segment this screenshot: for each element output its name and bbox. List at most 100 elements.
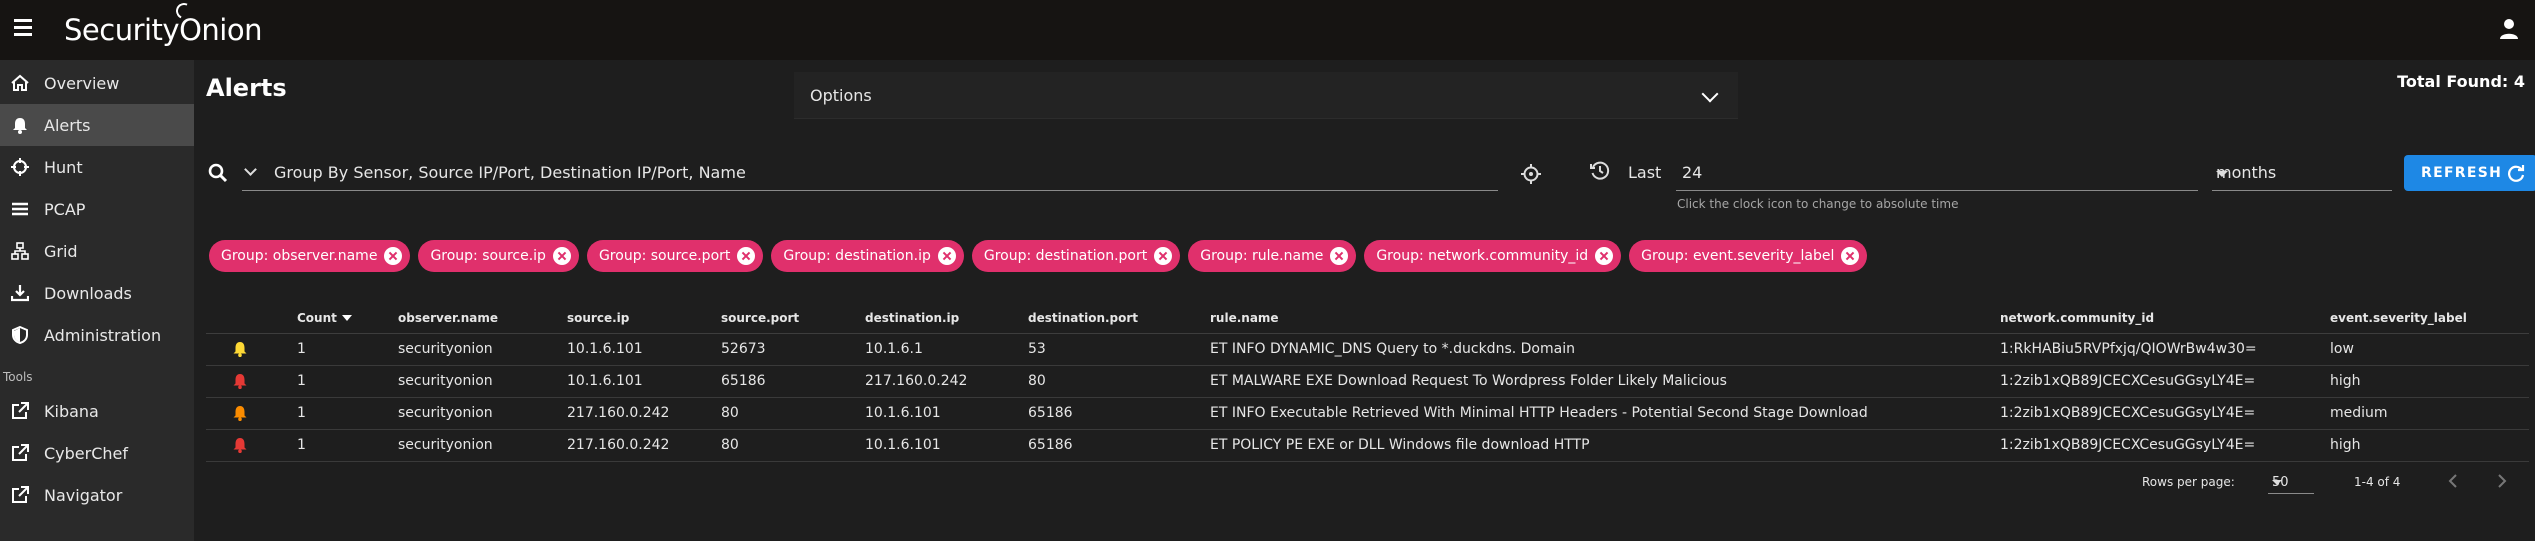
- pagination-range: 1-4 of 4: [2354, 475, 2401, 489]
- cell-source-ip: 10.1.6.101: [567, 333, 721, 366]
- chip-label: Group: destination.ip: [783, 248, 931, 264]
- cell-community-id: 1:2zib1xQB89JCECXCesuGGsyLY4E=: [2000, 365, 2330, 398]
- relative-time-input[interactable]: 24: [1676, 155, 2198, 191]
- cell-observer: securityonion: [398, 333, 567, 366]
- chip-label: Group: event.severity_label: [1641, 248, 1835, 264]
- table-footer: Rows per page: 50 1-4 of 4: [194, 462, 2535, 502]
- close-circle-icon[interactable]: [384, 247, 403, 265]
- chip-label: Group: network.community_id: [1376, 248, 1589, 264]
- column-header-destination-ip[interactable]: destination.ip: [865, 303, 1028, 334]
- table-row[interactable]: 1 securityonion 217.160.0.242 80 10.1.6.101 6…: [206, 429, 2529, 462]
- cell-count: 1: [297, 429, 398, 462]
- shield-icon: [12, 326, 28, 344]
- refresh-button[interactable]: REFRESH: [2404, 155, 2535, 191]
- close-circle-icon[interactable]: [737, 247, 756, 265]
- group-chip[interactable]: Group: rule.name: [1188, 240, 1357, 272]
- table-row[interactable]: 1 securityonion 10.1.6.101 52673 10.1.6.1 53 E…: [206, 333, 2529, 366]
- close-circle-icon[interactable]: [1154, 247, 1173, 265]
- close-circle-icon[interactable]: [937, 247, 956, 265]
- tools-section-label: Tools: [3, 370, 33, 384]
- chevron-left-icon[interactable]: [2446, 474, 2460, 488]
- group-chip[interactable]: Group: event.severity_label: [1629, 240, 1868, 272]
- user-icon[interactable]: [2499, 18, 2519, 40]
- sidebar-item-kibana[interactable]: Kibana: [0, 390, 194, 432]
- chip-label: Group: observer.name: [221, 248, 378, 264]
- close-circle-icon[interactable]: [1841, 247, 1860, 265]
- chevron-down-icon: [1701, 85, 1719, 103]
- column-header-rule-name[interactable]: rule.name: [1210, 303, 2000, 334]
- cell-destination-port: 65186: [1028, 429, 1210, 462]
- dropdown-arrow-icon: [2272, 480, 2282, 485]
- dropdown-arrow-icon: [2216, 171, 2228, 177]
- chip-label: Group: rule.name: [1200, 248, 1324, 264]
- security-onion-logo[interactable]: Security Onion: [64, 0, 262, 50]
- bell-icon: [13, 118, 27, 134]
- search-icon[interactable]: [208, 163, 228, 183]
- bell-icon[interactable]: [232, 341, 248, 357]
- column-header-severity[interactable]: event.severity_label: [2330, 303, 2529, 334]
- sidebar-item-label: Hunt: [44, 157, 83, 177]
- bell-icon[interactable]: [232, 373, 248, 389]
- bell-icon[interactable]: [232, 437, 248, 453]
- sidebar-item-overview[interactable]: Overview: [0, 62, 194, 104]
- close-circle-icon[interactable]: [1330, 247, 1349, 265]
- group-chip[interactable]: Group: source.ip: [418, 240, 579, 272]
- chevron-right-icon[interactable]: [2495, 474, 2509, 488]
- column-header-community-id[interactable]: network.community_id: [2000, 303, 2330, 334]
- sidebar: Overview Alerts Hunt PCAP Grid Downloads…: [0, 60, 194, 541]
- group-chip[interactable]: Group: destination.port: [971, 240, 1181, 272]
- home-icon: [11, 74, 29, 91]
- cell-source-ip: 217.160.0.242: [567, 397, 721, 430]
- sidebar-item-downloads[interactable]: Downloads: [0, 272, 194, 314]
- refresh-button-label: REFRESH: [2421, 165, 2503, 181]
- options-expansion-panel[interactable]: Options: [794, 72, 1738, 119]
- group-chip[interactable]: Group: observer.name: [209, 240, 411, 272]
- close-circle-icon[interactable]: [1595, 247, 1614, 265]
- group-chip[interactable]: Group: network.community_id: [1364, 240, 1622, 272]
- page-title: Alerts: [206, 74, 287, 102]
- sidebar-item-cyberchef[interactable]: CyberChef: [0, 432, 194, 474]
- table-row[interactable]: 1 securityonion 10.1.6.101 65186 217.160.0.2…: [206, 365, 2529, 398]
- column-header-source-port[interactable]: source.port: [721, 303, 865, 334]
- chevron-down-icon[interactable]: [244, 163, 257, 176]
- sidebar-item-label: Kibana: [44, 401, 99, 421]
- cell-count: 1: [297, 397, 398, 430]
- group-chip[interactable]: Group: destination.ip: [771, 240, 964, 272]
- history-clock-icon[interactable]: [1590, 161, 1610, 181]
- sidebar-item-administration[interactable]: Administration: [0, 314, 194, 356]
- bell-icon[interactable]: [232, 405, 248, 421]
- group-by-chips: Group: observer.name Group: source.ip Gr…: [209, 240, 1868, 273]
- sidebar-item-label: Alerts: [44, 115, 91, 135]
- cell-community-id: 1:2zib1xQB89JCECXCesuGGsyLY4E=: [2000, 429, 2330, 462]
- sidebar-item-hunt[interactable]: Hunt: [0, 146, 194, 188]
- sidebar-item-alerts[interactable]: Alerts: [0, 104, 194, 146]
- sort-desc-icon[interactable]: [341, 315, 352, 322]
- close-circle-icon[interactable]: [552, 247, 571, 265]
- query-input[interactable]: Group By Sensor, Source IP/Port, Destina…: [242, 155, 1498, 191]
- time-unit-select[interactable]: months: [2212, 155, 2392, 191]
- group-chip[interactable]: Group: source.port: [586, 240, 764, 272]
- sidebar-item-navigator[interactable]: Navigator: [0, 474, 194, 516]
- external-link-icon: [12, 444, 29, 461]
- cell-community-id: 1:RkHABiu5RVPfxjq/QIOWrBw4w30=: [2000, 333, 2330, 366]
- column-header-count[interactable]: Count: [297, 303, 398, 334]
- sitemap-icon: [11, 242, 29, 260]
- refresh-icon: [2508, 165, 2525, 182]
- sidebar-item-grid[interactable]: Grid: [0, 230, 194, 272]
- external-link-icon: [12, 486, 29, 503]
- sidebar-item-pcap[interactable]: PCAP: [0, 188, 194, 230]
- cell-destination-ip: 217.160.0.242: [865, 365, 1028, 398]
- cell-observer: securityonion: [398, 365, 567, 398]
- column-header-observer[interactable]: observer.name: [398, 303, 567, 334]
- total-found: Total Found: 4: [2397, 72, 2525, 91]
- crosshair-icon[interactable]: [1520, 163, 1542, 185]
- column-header-source-ip[interactable]: source.ip: [567, 303, 721, 334]
- column-header-destination-port[interactable]: destination.port: [1028, 303, 1210, 334]
- cell-source-port: 80: [721, 397, 865, 430]
- menu-icon[interactable]: [14, 19, 32, 39]
- cell-destination-ip: 10.1.6.1: [865, 333, 1028, 366]
- table-row[interactable]: 1 securityonion 217.160.0.242 80 10.1.6.101 6…: [206, 397, 2529, 430]
- cell-severity: high: [2330, 365, 2529, 398]
- rows-per-page-select[interactable]: 50: [2268, 468, 2314, 494]
- cell-count: 1: [297, 333, 398, 366]
